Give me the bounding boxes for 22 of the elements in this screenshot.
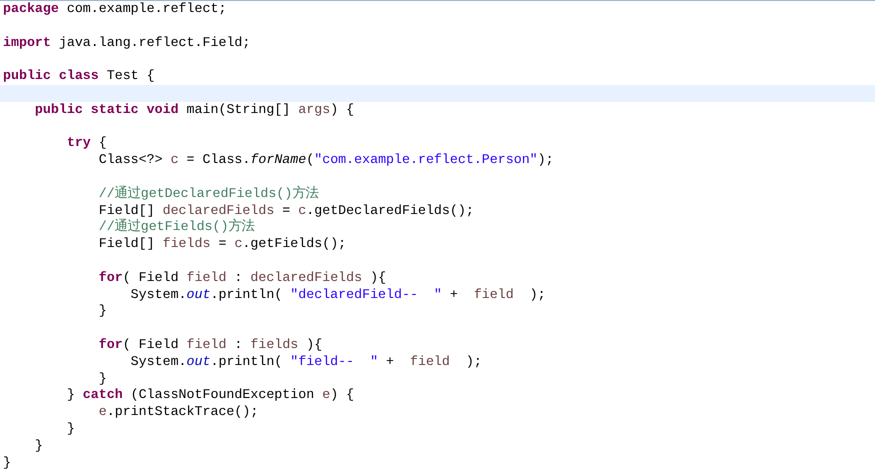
code-line: } (2, 454, 12, 472)
code-line: } (98, 370, 108, 388)
code-line: } (98, 303, 108, 320)
code-line: System.out.println( "field-- " + field ); (130, 354, 483, 371)
code-line: public class Test { (2, 68, 156, 85)
code-line: } (66, 420, 76, 438)
code-line: System.out.println( "declaredField-- " + field ); (130, 286, 547, 304)
code-line: for( Field field : declaredFields ){ (98, 270, 388, 287)
code-line: Field[] fields = c.getFields(); (98, 236, 348, 253)
code-line: package com.example.reflect; (2, 1, 228, 18)
code-line: } (34, 438, 44, 455)
code-line: for( Field field : fields ){ (98, 336, 324, 354)
code-line: Field[] declaredFields = c.getDeclaredFields(); (98, 202, 475, 218)
code-line: //通过getDeclaredFields()方法 (98, 186, 320, 203)
code-line: public static void main(String[] args) { (34, 102, 356, 119)
code-line: try { (66, 135, 108, 152)
code-line: Class<?> c = Class.forName("com.example.reflect.Person"); (98, 152, 555, 169)
code-line: e.printStackTrace(); (98, 404, 260, 421)
code-line: } catch (ClassNotFoundException e) { (66, 387, 356, 404)
code-line: import java.lang.reflect.Field; (2, 34, 252, 52)
code-line: //通过getFields()方法 (98, 219, 256, 236)
code-editor[interactable] (0, 0, 875, 472)
